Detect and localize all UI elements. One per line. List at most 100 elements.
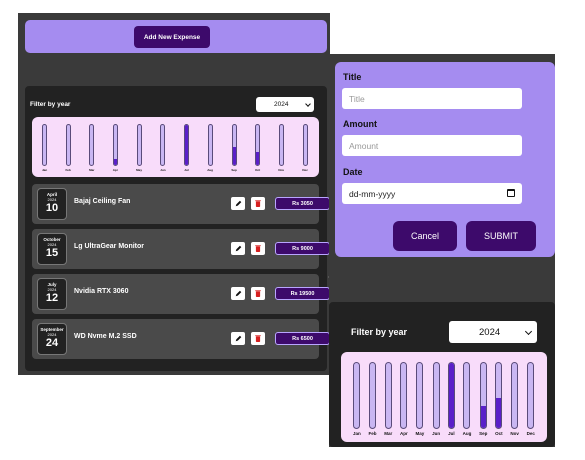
bar-track xyxy=(511,362,519,429)
year-select[interactable]: 2024 xyxy=(449,321,537,343)
delete-button[interactable] xyxy=(251,287,265,300)
bar-track xyxy=(447,362,455,429)
chevron-down-icon xyxy=(305,100,311,107)
year-select-value: 2024 xyxy=(274,101,289,108)
chart-bar-mar: Mar xyxy=(89,124,94,174)
chart-bars: Jan Feb Mar Apr May Jun Jul Aug Sep Oct Nov Dec xyxy=(42,124,308,174)
bar-track xyxy=(432,362,440,429)
expense-amount: Rs 19500 xyxy=(275,287,330,300)
edit-button[interactable] xyxy=(231,197,245,210)
bar-track xyxy=(302,124,308,166)
pencil-icon xyxy=(235,335,241,342)
bar-track xyxy=(527,362,535,429)
expense-title: WD Nvme M.2 SSD xyxy=(74,333,137,340)
year-select-value: 2024 xyxy=(479,326,501,338)
expenses-chart: Jan Feb Mar Apr May Jun Jul Aug Sep Oct Nov Dec xyxy=(32,117,319,177)
add-expense-bar: Add New Expense xyxy=(25,20,327,53)
pencil-icon xyxy=(235,200,241,207)
date-day: 10 xyxy=(45,202,59,214)
calendar-icon[interactable] xyxy=(507,189,515,197)
bar-label: Apr xyxy=(400,431,408,436)
edit-button[interactable] xyxy=(231,287,245,300)
chart-bar-feb: Feb xyxy=(65,124,71,174)
bar-track xyxy=(384,362,392,429)
bar-track xyxy=(255,124,261,166)
chart-bar-apr: Apr xyxy=(113,124,118,174)
bar-fill xyxy=(480,406,486,428)
bar-label: Dec xyxy=(302,168,308,172)
edit-button[interactable] xyxy=(231,242,245,255)
date-placeholder: dd-mm-yyyy xyxy=(349,188,396,199)
bar-label: May xyxy=(136,168,142,172)
chevron-down-icon xyxy=(524,327,533,335)
year-select[interactable]: 2024 xyxy=(256,97,314,112)
chart-bar-dec: Dec xyxy=(302,124,308,174)
bar-label: Sep xyxy=(231,168,237,172)
date-input[interactable]: dd-mm-yyyy xyxy=(342,183,522,204)
trash-icon xyxy=(255,200,261,207)
add-new-expense-button[interactable]: Add New Expense xyxy=(134,26,210,48)
expense-amount: Rs 6500 xyxy=(275,332,330,345)
chart-bar-mar: Mar xyxy=(384,362,392,440)
chart-bar-dec: Dec xyxy=(527,362,535,440)
year-filter: Filter by year 2024 xyxy=(351,321,537,343)
bar-track xyxy=(278,124,284,166)
bar-label: Apr xyxy=(112,168,118,172)
chart-bar-oct: Oct xyxy=(495,362,503,440)
chart-bar-jan: Jan xyxy=(353,362,361,440)
bar-track xyxy=(112,124,118,166)
chart-bar-aug: Aug xyxy=(207,124,213,174)
bar-label: Jan xyxy=(353,431,361,436)
expense-date: October 2024 15 xyxy=(37,233,67,265)
bar-fill xyxy=(496,398,502,428)
delete-button[interactable] xyxy=(251,242,265,255)
bar-label: Feb xyxy=(368,431,377,436)
chart-bar-may: May xyxy=(415,362,425,440)
chart-bar-jan: Jan xyxy=(42,124,47,174)
amount-input[interactable]: Amount xyxy=(342,135,522,156)
bar-label: Mar xyxy=(89,168,95,172)
date-day: 12 xyxy=(45,292,59,304)
bar-track xyxy=(160,124,166,166)
expense-amount: Rs 3050 xyxy=(275,197,330,210)
submit-button[interactable]: SUBMIT xyxy=(466,221,536,251)
pencil-icon xyxy=(235,245,241,252)
chart-bars: Jan Feb Mar Apr May Jun Jul Aug Sep Oct Nov Dec xyxy=(353,362,535,440)
expense-item: July 2024 12 Nvidia RTX 3060 Rs 19500 xyxy=(32,274,330,314)
expense-date: April 2024 10 xyxy=(37,188,67,220)
chart-bar-feb: Feb xyxy=(369,362,377,440)
expense-title: Lg UltraGear Monitor xyxy=(74,243,145,250)
bar-label: Nov xyxy=(510,431,519,436)
delete-button[interactable] xyxy=(251,332,265,345)
pencil-icon xyxy=(235,290,241,297)
bar-label: Oct xyxy=(255,168,261,172)
bar-label: Oct xyxy=(495,431,503,436)
chart-bar-aug: Aug xyxy=(463,362,471,440)
bar-fill xyxy=(184,125,188,165)
bar-label: Jun xyxy=(432,431,441,436)
filter-label: Filter by year xyxy=(351,327,408,337)
bar-label: Jan xyxy=(42,168,48,172)
bar-label: Sep xyxy=(479,431,488,436)
delete-button[interactable] xyxy=(251,197,265,210)
bar-track xyxy=(42,124,48,166)
expense-list-screen: Add New Expense Filter by year 2024 Jan F… xyxy=(18,13,330,375)
chart-bar-sep: Sep xyxy=(479,362,487,440)
expense-item: September 2024 24 WD Nvme M.2 SSD Rs 6500 xyxy=(32,319,330,359)
bar-track xyxy=(136,124,142,166)
year-filter: Filter by year 2024 xyxy=(30,97,314,112)
bar-track xyxy=(369,362,377,429)
bar-track xyxy=(65,124,71,166)
new-expense-screen: Title Title Amount Amount Date dd-mm-yyy… xyxy=(329,54,555,447)
title-input[interactable]: Title xyxy=(342,88,522,109)
expense-title: Bajaj Ceiling Fan xyxy=(74,198,131,205)
bar-track xyxy=(89,124,95,166)
edit-button[interactable] xyxy=(231,332,245,345)
bar-label: Feb xyxy=(65,168,71,172)
trash-icon xyxy=(255,245,261,252)
cancel-button[interactable]: Cancel xyxy=(393,221,457,251)
bar-label: May xyxy=(415,431,425,436)
amount-label: Amount xyxy=(343,119,377,129)
date-day: 24 xyxy=(45,337,59,349)
chart-bar-jul: Jul xyxy=(447,362,455,440)
